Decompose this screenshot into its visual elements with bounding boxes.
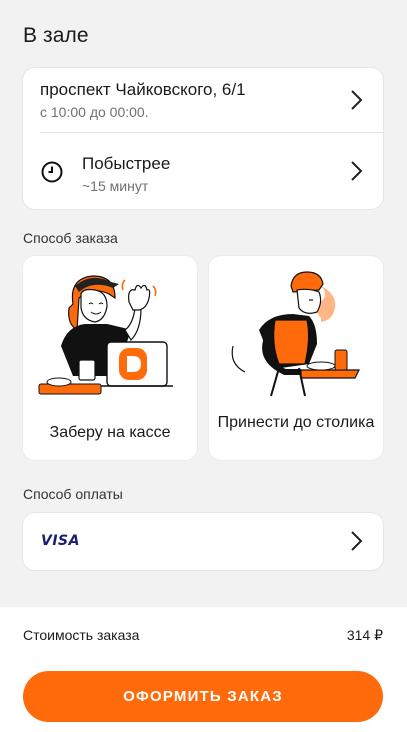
order-option-table[interactable]: Принести до столика — [209, 256, 383, 460]
page-title: В зале — [23, 24, 89, 47]
chevron-right-icon — [351, 161, 363, 181]
cashier-illustration — [38, 275, 173, 395]
delivery-time-row[interactable]: Побыстрее ~15 минут — [23, 133, 383, 209]
order-method-label: Способ заказа — [23, 230, 118, 246]
order-option-pickup-label: Заберу на кассе — [49, 424, 171, 441]
visa-logo: VISA — [41, 533, 80, 549]
order-option-table-label: Принести до столика — [217, 414, 375, 431]
chevron-right-icon — [351, 531, 363, 551]
restaurant-card: проспект Чайковского, 6/1 с 10:00 до 00:… — [23, 68, 383, 209]
payment-card-selector[interactable]: VISA — [23, 513, 383, 570]
restaurant-hours: с 10:00 до 00:00. — [40, 104, 149, 120]
payment-method-label: Способ оплаты — [23, 486, 123, 502]
place-order-button[interactable]: ОФОРМИТЬ ЗАКАЗ — [23, 671, 383, 722]
delivery-time-title: Побыстрее — [82, 154, 171, 173]
restaurant-address: проспект Чайковского, 6/1 — [40, 80, 246, 99]
chevron-right-icon — [351, 90, 363, 110]
order-summary-panel: Стоимость заказа 314 ₽ ОФОРМИТЬ ЗАКАЗ — [0, 607, 407, 732]
delivery-time-estimate: ~15 минут — [82, 178, 149, 194]
order-cost-value: 314 ₽ — [346, 627, 383, 643]
waiter-illustration — [231, 271, 360, 397]
order-cost-label: Стоимость заказа — [23, 627, 140, 643]
address-row[interactable]: проспект Чайковского, 6/1 с 10:00 до 00:… — [23, 68, 383, 132]
clock-icon — [41, 161, 63, 183]
order-option-pickup[interactable]: Заберу на кассе — [23, 256, 197, 460]
